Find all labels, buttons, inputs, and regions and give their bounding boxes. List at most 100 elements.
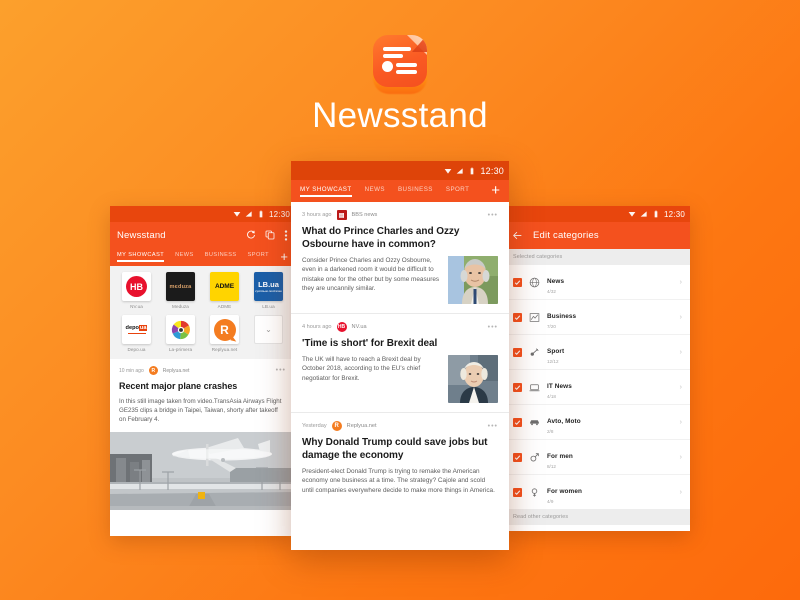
chevron-right-icon[interactable]: › xyxy=(680,489,682,496)
category-row-for-men[interactable]: For men 8/12 › xyxy=(505,439,690,474)
checkbox-checked[interactable] xyxy=(513,417,522,427)
phone-screen-feed: 12:30 MY SHOWCAST NEWS BUSINESS SPORT + … xyxy=(291,161,509,550)
overflow-menu-icon[interactable] xyxy=(284,229,288,241)
app-bar-title: Edit categories xyxy=(533,230,599,241)
article-content: Consider Prince Charles and Ozzy Osbourn… xyxy=(302,256,498,304)
category-row-recipes[interactable]: Recipes step by step0/32 › xyxy=(505,525,690,531)
replyua-logo: R xyxy=(148,366,158,375)
article-more-button[interactable]: ••• xyxy=(488,324,498,331)
tab-bar: MY SHOWCAST NEWS BUSINESS SPORT + xyxy=(291,180,509,202)
category-name: Avto, Moto xyxy=(547,418,581,425)
category-row-sport[interactable]: Sport 12/12 › xyxy=(505,334,690,369)
article-card[interactable]: 10 min ago R Replyua.net ••• Recent majo… xyxy=(110,359,295,432)
article-more-button[interactable]: ••• xyxy=(488,423,498,430)
bbs-news-logo: ▤ xyxy=(336,210,347,220)
app-bar: Newsstand xyxy=(110,222,295,248)
tab-business[interactable]: BUSINESS xyxy=(398,186,433,197)
male-symbol-icon xyxy=(529,452,540,463)
status-bar: 12:30 xyxy=(110,206,295,222)
checkbox-checked[interactable] xyxy=(513,347,522,357)
chevron-right-icon[interactable]: › xyxy=(680,419,682,426)
logo-line xyxy=(396,63,417,67)
category-count: 4/32 xyxy=(547,289,556,294)
article-card[interactable]: 3 hours ago ▤ BBS news ••• What do Princ… xyxy=(291,202,509,313)
depo-ua-logo: depoua xyxy=(122,315,151,344)
globe-icon xyxy=(529,277,540,288)
article-meta: 4 hours ago HB NV.ua ••• xyxy=(302,322,498,332)
category-count: 4/18 xyxy=(547,394,556,399)
article-more-button[interactable]: ••• xyxy=(488,212,498,219)
tabs-stack-icon[interactable] xyxy=(265,230,275,240)
category-row-avto-moto[interactable]: Avto, Moto 2/8 › xyxy=(505,404,690,439)
checkbox-checked[interactable] xyxy=(513,312,522,322)
logo-card xyxy=(373,35,427,87)
source-tile[interactable]: LB.ua суспiльно-полiтичне LB.ua xyxy=(249,272,288,309)
meduza-logo: mєduza xyxy=(166,272,195,301)
article-meta: Yesterday R Replyua.net ••• xyxy=(302,421,498,431)
category-name: IT News xyxy=(547,383,572,390)
status-time: 12:30 xyxy=(268,209,290,219)
tab-sport[interactable]: SPORT xyxy=(446,186,469,197)
tab-news[interactable]: NEWS xyxy=(175,252,194,262)
logo-line xyxy=(383,47,411,51)
checkbox-checked[interactable] xyxy=(513,487,522,497)
category-name: Business xyxy=(547,313,577,320)
chevron-right-icon[interactable]: › xyxy=(680,384,682,391)
article-body: Consider Prince Charles and Ozzy Osbourn… xyxy=(302,257,440,293)
checkbox-checked[interactable] xyxy=(513,277,522,287)
logo-line xyxy=(383,54,403,58)
article-time: 4 hours ago xyxy=(302,324,332,330)
source-tile[interactable]: depoua Depo.ua xyxy=(117,315,156,352)
phone-screen-edit-categories: 12:30 Edit categories Selected categorie… xyxy=(505,206,690,531)
tab-business[interactable]: BUSINESS xyxy=(205,252,237,262)
section-header-other: Read other categories xyxy=(505,509,690,525)
laptop-icon xyxy=(529,382,540,393)
article-title: What do Prince Charles and Ozzy Osbourne… xyxy=(302,226,460,250)
source-tile[interactable]: La-primera xyxy=(161,315,200,352)
car-icon xyxy=(529,417,540,428)
adme-logo: ADME xyxy=(210,272,239,301)
article-source: NV.ua xyxy=(351,324,367,330)
chevron-right-icon[interactable]: › xyxy=(680,349,682,356)
source-label: ADME xyxy=(217,304,232,309)
article-card[interactable]: Yesterday R Replyua.net ••• Why Donald T… xyxy=(291,413,509,505)
source-tile-expand[interactable]: ⌄ xyxy=(249,315,288,352)
category-count: 4/9 xyxy=(547,499,554,504)
category-row-news[interactable]: News 4/32 › xyxy=(505,265,690,299)
category-row-it-news[interactable]: IT News 4/18 › xyxy=(505,369,690,404)
category-name: News xyxy=(547,278,565,285)
chevron-right-icon[interactable]: › xyxy=(680,454,682,461)
article-card[interactable]: 4 hours ago HB NV.ua ••• 'Time is short'… xyxy=(291,314,509,412)
chevron-right-icon[interactable]: › xyxy=(680,279,682,286)
tab-news[interactable]: NEWS xyxy=(365,186,385,197)
add-tab-button[interactable]: + xyxy=(491,183,500,198)
source-tile[interactable]: ADME ADME xyxy=(205,272,244,309)
add-tab-button[interactable]: + xyxy=(280,250,288,263)
back-arrow-icon[interactable] xyxy=(512,230,523,241)
source-label: La-primera xyxy=(168,347,193,352)
article-time: 3 hours ago xyxy=(302,212,332,218)
checkbox-checked[interactable] xyxy=(513,382,522,392)
tab-my-showcast[interactable]: MY SHOWCAST xyxy=(300,186,352,197)
article-more-button[interactable]: ••• xyxy=(276,367,286,374)
checkbox-checked[interactable] xyxy=(513,452,522,462)
chevron-right-icon[interactable]: › xyxy=(680,314,682,321)
article-source: Replyua.net xyxy=(162,367,190,374)
category-row-for-women[interactable]: For women 4/9 › xyxy=(505,474,690,509)
tab-my-showcast[interactable]: MY SHOWCAST xyxy=(117,252,165,262)
battery-icon xyxy=(259,210,263,218)
tab-bar: MY SHOWCAST NEWS BUSINESS SPORT + xyxy=(110,248,295,266)
source-tile[interactable]: mєduza Meduza xyxy=(161,272,200,309)
article-body: President-elect Donald Trump is trying t… xyxy=(302,468,495,494)
page-title: Newsstand xyxy=(312,96,488,135)
article-time: Yesterday xyxy=(302,423,327,429)
category-row-business[interactable]: Business 7/20 › xyxy=(505,299,690,334)
refresh-icon[interactable] xyxy=(246,230,256,240)
female-symbol-icon xyxy=(529,487,540,498)
category-count: 2/8 xyxy=(547,429,554,434)
nv-ua-logo: HB xyxy=(336,322,347,332)
lb-ua-logo: LB.ua суспiльно-полiтичне xyxy=(254,272,283,301)
tab-sport[interactable]: SPORT xyxy=(248,252,269,262)
source-tile[interactable]: R Replyua.net xyxy=(205,315,244,352)
source-tile[interactable]: HB NV.ua xyxy=(117,272,156,309)
